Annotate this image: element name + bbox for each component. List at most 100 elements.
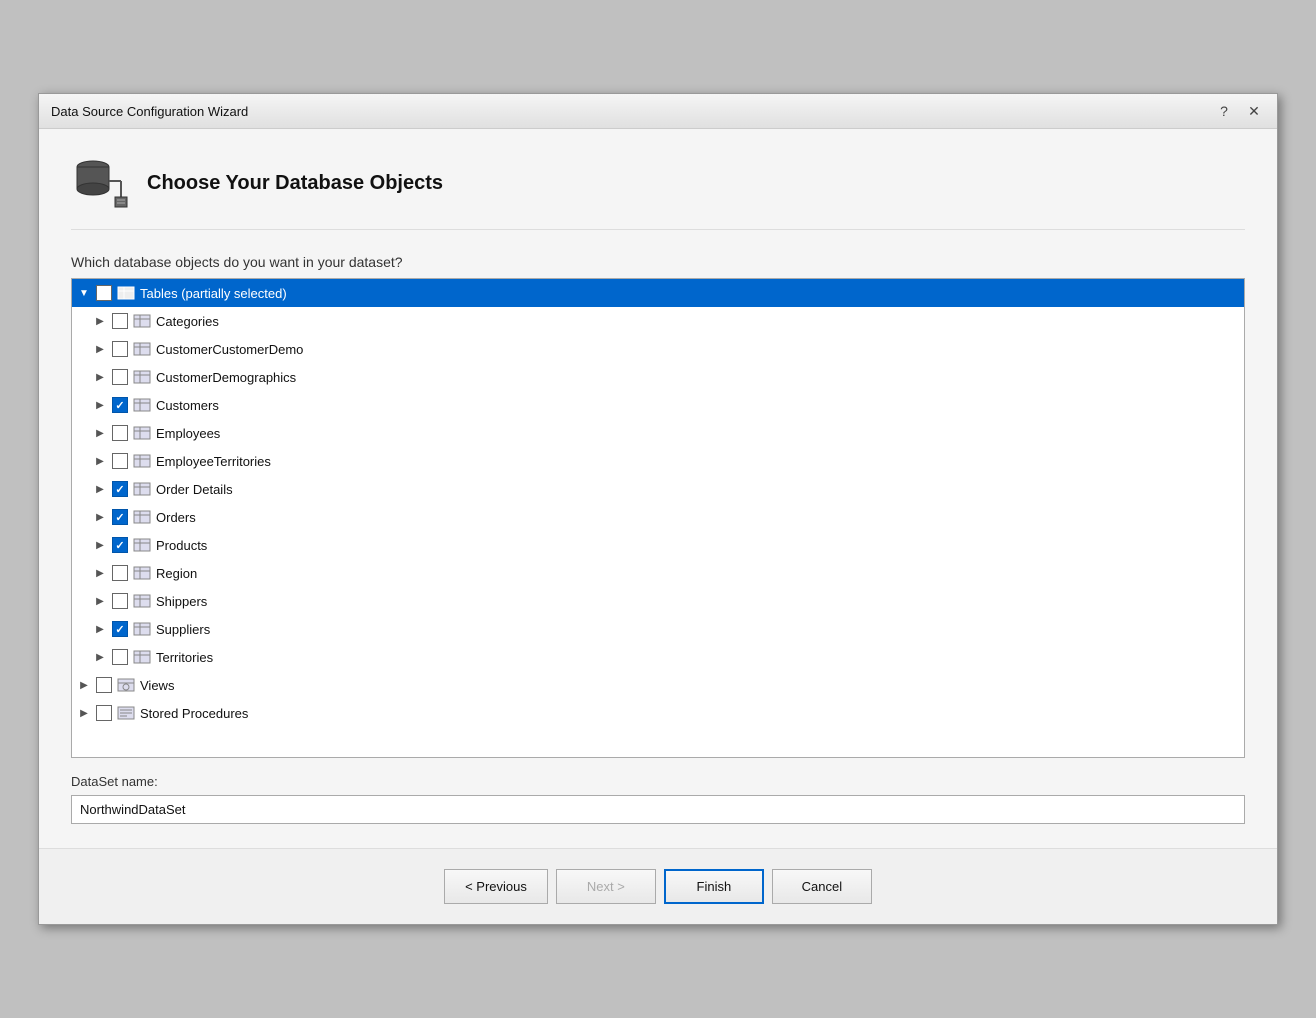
label-employees: Employees	[156, 426, 220, 441]
table-icon-employees	[132, 425, 152, 441]
expand-customers-icon[interactable]: ▶	[92, 397, 108, 413]
checkbox-employees[interactable]	[112, 425, 128, 441]
label-views: Views	[140, 678, 174, 693]
label-shippers: Shippers	[156, 594, 207, 609]
titlebar: Data Source Configuration Wizard ? ✕	[39, 94, 1277, 129]
tree-item-territories[interactable]: ▶ Territories	[72, 643, 1244, 671]
tree-item-orders[interactable]: ▶ Orders	[72, 503, 1244, 531]
page-title: Choose Your Database Objects	[147, 172, 443, 195]
label-cd: CustomerDemographics	[156, 370, 296, 385]
table-icon-suppliers	[132, 621, 152, 637]
expand-et-icon[interactable]: ▶	[92, 453, 108, 469]
expand-ccd-icon[interactable]: ▶	[92, 341, 108, 357]
checkbox-shippers[interactable]	[112, 593, 128, 609]
expand-orders-icon[interactable]: ▶	[92, 509, 108, 525]
label-region: Region	[156, 566, 197, 581]
label-customers: Customers	[156, 398, 219, 413]
tree-item-employees[interactable]: ▶ Employees	[72, 419, 1244, 447]
header-section: Choose Your Database Objects	[71, 153, 1245, 230]
checkbox-suppliers[interactable]	[112, 621, 128, 637]
label-sp: Stored Procedures	[140, 706, 248, 721]
tables-group-icon	[116, 285, 136, 301]
checkbox-customers[interactable]	[112, 397, 128, 413]
help-button[interactable]: ?	[1213, 100, 1235, 122]
table-icon-customers	[132, 397, 152, 413]
tree-item-views[interactable]: ▶ Views	[72, 671, 1244, 699]
previous-button[interactable]: < Previous	[444, 869, 548, 904]
label-territories: Territories	[156, 650, 213, 665]
expand-views-icon[interactable]: ▶	[76, 677, 92, 693]
tree-item-customerdemographics[interactable]: ▶ CustomerDemographics	[72, 363, 1244, 391]
checkbox-cd[interactable]	[112, 369, 128, 385]
expand-shippers-icon[interactable]: ▶	[92, 593, 108, 609]
expand-suppliers-icon[interactable]: ▶	[92, 621, 108, 637]
button-row: < Previous Next > Finish Cancel	[39, 848, 1277, 924]
expand-cd-icon[interactable]: ▶	[92, 369, 108, 385]
checkbox-categories[interactable]	[112, 313, 128, 329]
tables-root-label: Tables (partially selected)	[140, 286, 287, 301]
sp-icon	[116, 705, 136, 721]
main-content: Choose Your Database Objects Which datab…	[39, 129, 1277, 848]
checkbox-ccd[interactable]	[112, 341, 128, 357]
cancel-button[interactable]: Cancel	[772, 869, 872, 904]
checkbox-views[interactable]	[96, 677, 112, 693]
label-od: Order Details	[156, 482, 233, 497]
checkbox-et[interactable]	[112, 453, 128, 469]
label-categories: Categories	[156, 314, 219, 329]
table-icon-products	[132, 537, 152, 553]
table-icon-cd	[132, 369, 152, 385]
table-icon-orders	[132, 509, 152, 525]
table-icon-shippers	[132, 593, 152, 609]
close-button[interactable]: ✕	[1243, 100, 1265, 122]
checkbox-sp[interactable]	[96, 705, 112, 721]
expand-sp-icon[interactable]: ▶	[76, 705, 92, 721]
question-label: Which database objects do you want in yo…	[71, 254, 1245, 270]
label-ccd: CustomerCustomerDemo	[156, 342, 303, 357]
dataset-name-label: DataSet name:	[71, 774, 1245, 789]
finish-button[interactable]: Finish	[664, 869, 764, 904]
tree-item-tables-root[interactable]: ▼ Tables (partially selected)	[72, 279, 1244, 307]
table-icon-od	[132, 481, 152, 497]
checkbox-od[interactable]	[112, 481, 128, 497]
expand-region-icon[interactable]: ▶	[92, 565, 108, 581]
expand-territories-icon[interactable]: ▶	[92, 649, 108, 665]
tree-item-stored-procedures[interactable]: ▶ Stored Procedures	[72, 699, 1244, 727]
tree-container[interactable]: ▼ Tables (partially selected)	[71, 278, 1245, 758]
expand-employees-icon[interactable]: ▶	[92, 425, 108, 441]
checkbox-territories[interactable]	[112, 649, 128, 665]
tree-item-customercustomerdemo[interactable]: ▶ CustomerCustomerDemo	[72, 335, 1244, 363]
tree-item-shippers[interactable]: ▶ Shippers	[72, 587, 1244, 615]
expand-tables-icon[interactable]: ▼	[76, 285, 92, 301]
label-orders: Orders	[156, 510, 196, 525]
views-icon	[116, 677, 136, 693]
table-icon-region	[132, 565, 152, 581]
next-button[interactable]: Next >	[556, 869, 656, 904]
window-title: Data Source Configuration Wizard	[51, 104, 248, 119]
checkbox-region[interactable]	[112, 565, 128, 581]
tree-item-employeeterritories[interactable]: ▶ EmployeeTerritories	[72, 447, 1244, 475]
dataset-section: DataSet name:	[71, 774, 1245, 824]
tree-item-categories[interactable]: ▶ Categories	[72, 307, 1244, 335]
label-et: EmployeeTerritories	[156, 454, 271, 469]
database-icon	[71, 153, 131, 213]
tree-item-products[interactable]: ▶ Products	[72, 531, 1244, 559]
expand-categories-icon[interactable]: ▶	[92, 313, 108, 329]
label-products: Products	[156, 538, 207, 553]
wizard-window: Data Source Configuration Wizard ? ✕	[38, 93, 1278, 925]
tree-item-orderdetails[interactable]: ▶ Order Details	[72, 475, 1244, 503]
tree-item-suppliers[interactable]: ▶ Suppliers	[72, 615, 1244, 643]
label-suppliers: Suppliers	[156, 622, 210, 637]
tree-item-region[interactable]: ▶ Region	[72, 559, 1244, 587]
checkbox-products[interactable]	[112, 537, 128, 553]
expand-od-icon[interactable]: ▶	[92, 481, 108, 497]
table-icon-territories	[132, 649, 152, 665]
checkbox-tables-root[interactable]	[96, 285, 112, 301]
checkbox-orders[interactable]	[112, 509, 128, 525]
table-icon-ccd	[132, 341, 152, 357]
dataset-name-input[interactable]	[71, 795, 1245, 824]
table-icon-et	[132, 453, 152, 469]
expand-products-icon[interactable]: ▶	[92, 537, 108, 553]
tree-item-customers[interactable]: ▶ Customers	[72, 391, 1244, 419]
table-icon-categories	[132, 313, 152, 329]
titlebar-controls: ? ✕	[1213, 100, 1265, 122]
